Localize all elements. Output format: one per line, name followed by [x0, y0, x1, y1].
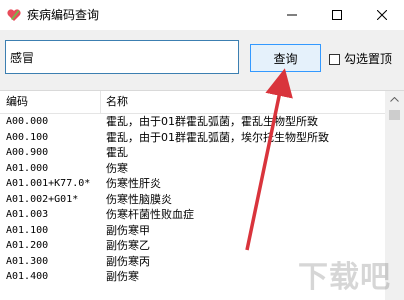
chevron-up-icon [390, 97, 399, 102]
maximize-button[interactable] [314, 0, 359, 30]
minimize-button[interactable] [269, 0, 314, 30]
name-cell: 伤寒杆菌性败血症 [106, 208, 194, 221]
code-cell: A00.900 [6, 147, 49, 158]
code-cell: A01.400 [6, 271, 49, 282]
name-cell: 伤寒性脑膜炎 [106, 192, 172, 206]
name-cell: 副伤寒丙 [106, 254, 150, 268]
pin-top-label: 勾选置顶 [344, 52, 393, 66]
heart-pen-icon [6, 7, 22, 23]
column-header-name[interactable]: 名称 [106, 91, 128, 113]
checkbox-box[interactable] [329, 53, 340, 65]
code-cell: A01.002+G01* [6, 193, 79, 205]
list-item[interactable]: A01.100 副伤寒甲 [0, 223, 385, 239]
close-button[interactable] [359, 0, 404, 30]
column-divider[interactable] [100, 91, 101, 113]
list-item[interactable]: A01.000 伤寒 [0, 161, 385, 177]
name-cell: 副伤寒甲 [106, 223, 150, 237]
list-item[interactable]: A01.001+K77.0* 伤寒性肝炎 [0, 176, 385, 192]
code-cell: A01.200 [6, 240, 49, 251]
name-cell: 伤寒性肝炎 [106, 177, 161, 190]
name-cell: 副伤寒 [106, 270, 139, 283]
list-item[interactable]: A00.900 霍乱 [0, 145, 385, 161]
code-cell: A01.000 [6, 162, 49, 174]
list-header: 编码 名称 [0, 91, 385, 114]
query-button[interactable]: 查询 [250, 44, 321, 72]
list-item[interactable]: A01.003 伤寒杆菌性败血症 [0, 207, 385, 223]
scroll-up-button[interactable] [385, 91, 404, 108]
maximize-icon [331, 10, 342, 20]
pin-top-checkbox[interactable]: 勾选置顶 [329, 52, 392, 66]
close-icon [376, 10, 387, 20]
name-cell: 伤寒 [106, 161, 128, 175]
window-title: 疾病编码查询 [27, 8, 100, 22]
title-bar: 疾病编码查询 [0, 0, 404, 30]
code-cell: A00.000 [6, 116, 49, 127]
list-item[interactable]: A01.002+G01* 伤寒性脑膜炎 [0, 192, 385, 208]
code-cell: A01.100 [6, 224, 49, 236]
code-cell: A01.300 [6, 255, 49, 267]
column-header-code[interactable]: 编码 [6, 91, 28, 113]
minimize-icon [286, 10, 297, 20]
list-item[interactable]: A00.000 霍乱，由于01群霍乱弧菌，霍乱生物型所致 [0, 114, 385, 130]
scroll-thumb[interactable] [389, 110, 400, 120]
list-item[interactable]: A00.100 霍乱，由于01群霍乱弧菌，埃尔托生物型所致 [0, 130, 385, 146]
name-cell: 副伤寒乙 [106, 239, 150, 252]
name-cell: 霍乱 [106, 146, 128, 159]
name-cell: 霍乱，由于01群霍乱弧菌，埃尔托生物型所致 [106, 130, 329, 144]
code-cell: A01.001+K77.0* [6, 178, 91, 189]
search-input[interactable] [5, 40, 239, 74]
code-cell: A01.003 [6, 209, 49, 220]
code-cell: A00.100 [6, 131, 49, 143]
name-cell: 霍乱，由于01群霍乱弧菌，霍乱生物型所致 [106, 115, 318, 128]
watermark: 下载吧 [298, 260, 391, 295]
